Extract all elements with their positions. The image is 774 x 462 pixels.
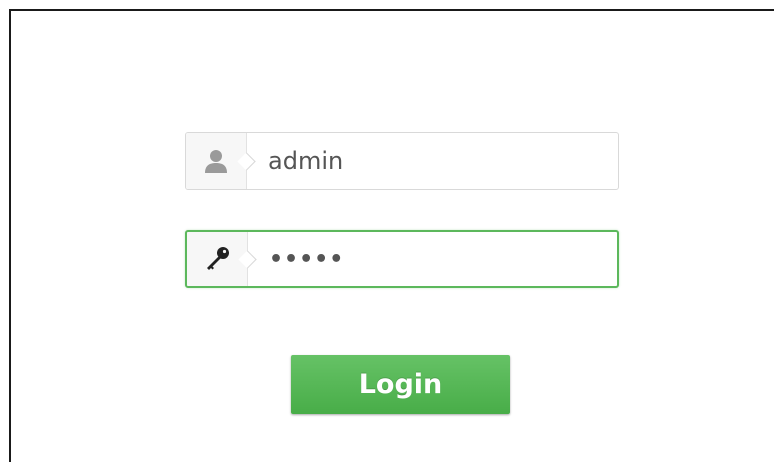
password-value[interactable]: ••••• [269,232,344,286]
password-field[interactable]: ••••• [185,230,619,288]
username-field[interactable]: admin [185,132,619,190]
login-button[interactable]: Login [291,355,510,414]
username-icon-box [186,133,256,189]
field-divider-arrow [238,250,257,269]
user-icon [205,150,227,173]
window-border-left [9,9,11,462]
username-value[interactable]: admin [268,133,343,189]
key-icon [207,247,229,270]
password-icon-box [187,232,257,286]
login-page: admin ••••• Login [0,0,774,462]
window-border-top [9,9,774,11]
field-divider-arrow [237,152,256,171]
